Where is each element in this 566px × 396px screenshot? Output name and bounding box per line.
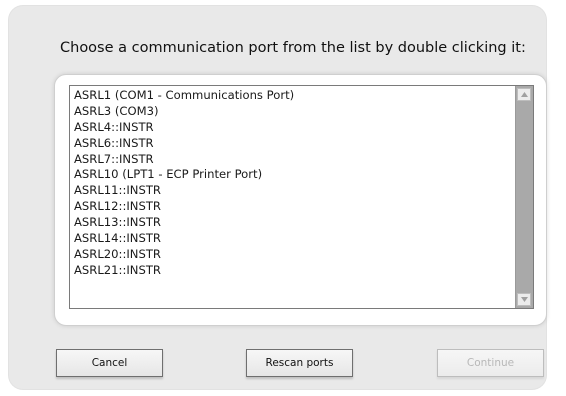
- port-list-item[interactable]: ASRL6::INSTR: [74, 136, 516, 152]
- port-listbox[interactable]: ASRL1 (COM1 - Communications Port) ASRL3…: [69, 85, 534, 309]
- port-list-item[interactable]: ASRL3 (COM3): [74, 104, 516, 120]
- port-list-item[interactable]: ASRL21::INSTR: [74, 263, 516, 279]
- port-list-panel: ASRL1 (COM1 - Communications Port) ASRL3…: [54, 74, 547, 326]
- port-list-item[interactable]: ASRL13::INSTR: [74, 215, 516, 231]
- port-list-item[interactable]: ASRL11::INSTR: [74, 183, 516, 199]
- dialog-prompt: Choose a communication port from the lis…: [60, 40, 526, 56]
- port-list-item[interactable]: ASRL10 (LPT1 - ECP Printer Port): [74, 167, 516, 183]
- scroll-down-button[interactable]: [517, 293, 531, 306]
- port-list-item[interactable]: ASRL4::INSTR: [74, 120, 516, 136]
- port-list[interactable]: ASRL1 (COM1 - Communications Port) ASRL3…: [70, 86, 516, 308]
- scroll-up-arrow-icon: [521, 92, 528, 97]
- cancel-button[interactable]: Cancel: [56, 349, 163, 377]
- port-list-item[interactable]: ASRL7::INSTR: [74, 152, 516, 168]
- port-list-item[interactable]: ASRL20::INSTR: [74, 247, 516, 263]
- port-list-item[interactable]: ASRL12::INSTR: [74, 199, 516, 215]
- port-selection-dialog: Choose a communication port from the lis…: [9, 6, 547, 389]
- rescan-ports-button[interactable]: Rescan ports: [246, 349, 353, 377]
- list-scrollbar[interactable]: [515, 86, 533, 308]
- scroll-up-button[interactable]: [517, 88, 531, 101]
- continue-button[interactable]: Continue: [437, 349, 544, 377]
- scroll-down-arrow-icon: [521, 297, 528, 302]
- port-list-item[interactable]: ASRL14::INSTR: [74, 231, 516, 247]
- port-list-item[interactable]: ASRL1 (COM1 - Communications Port): [74, 88, 516, 104]
